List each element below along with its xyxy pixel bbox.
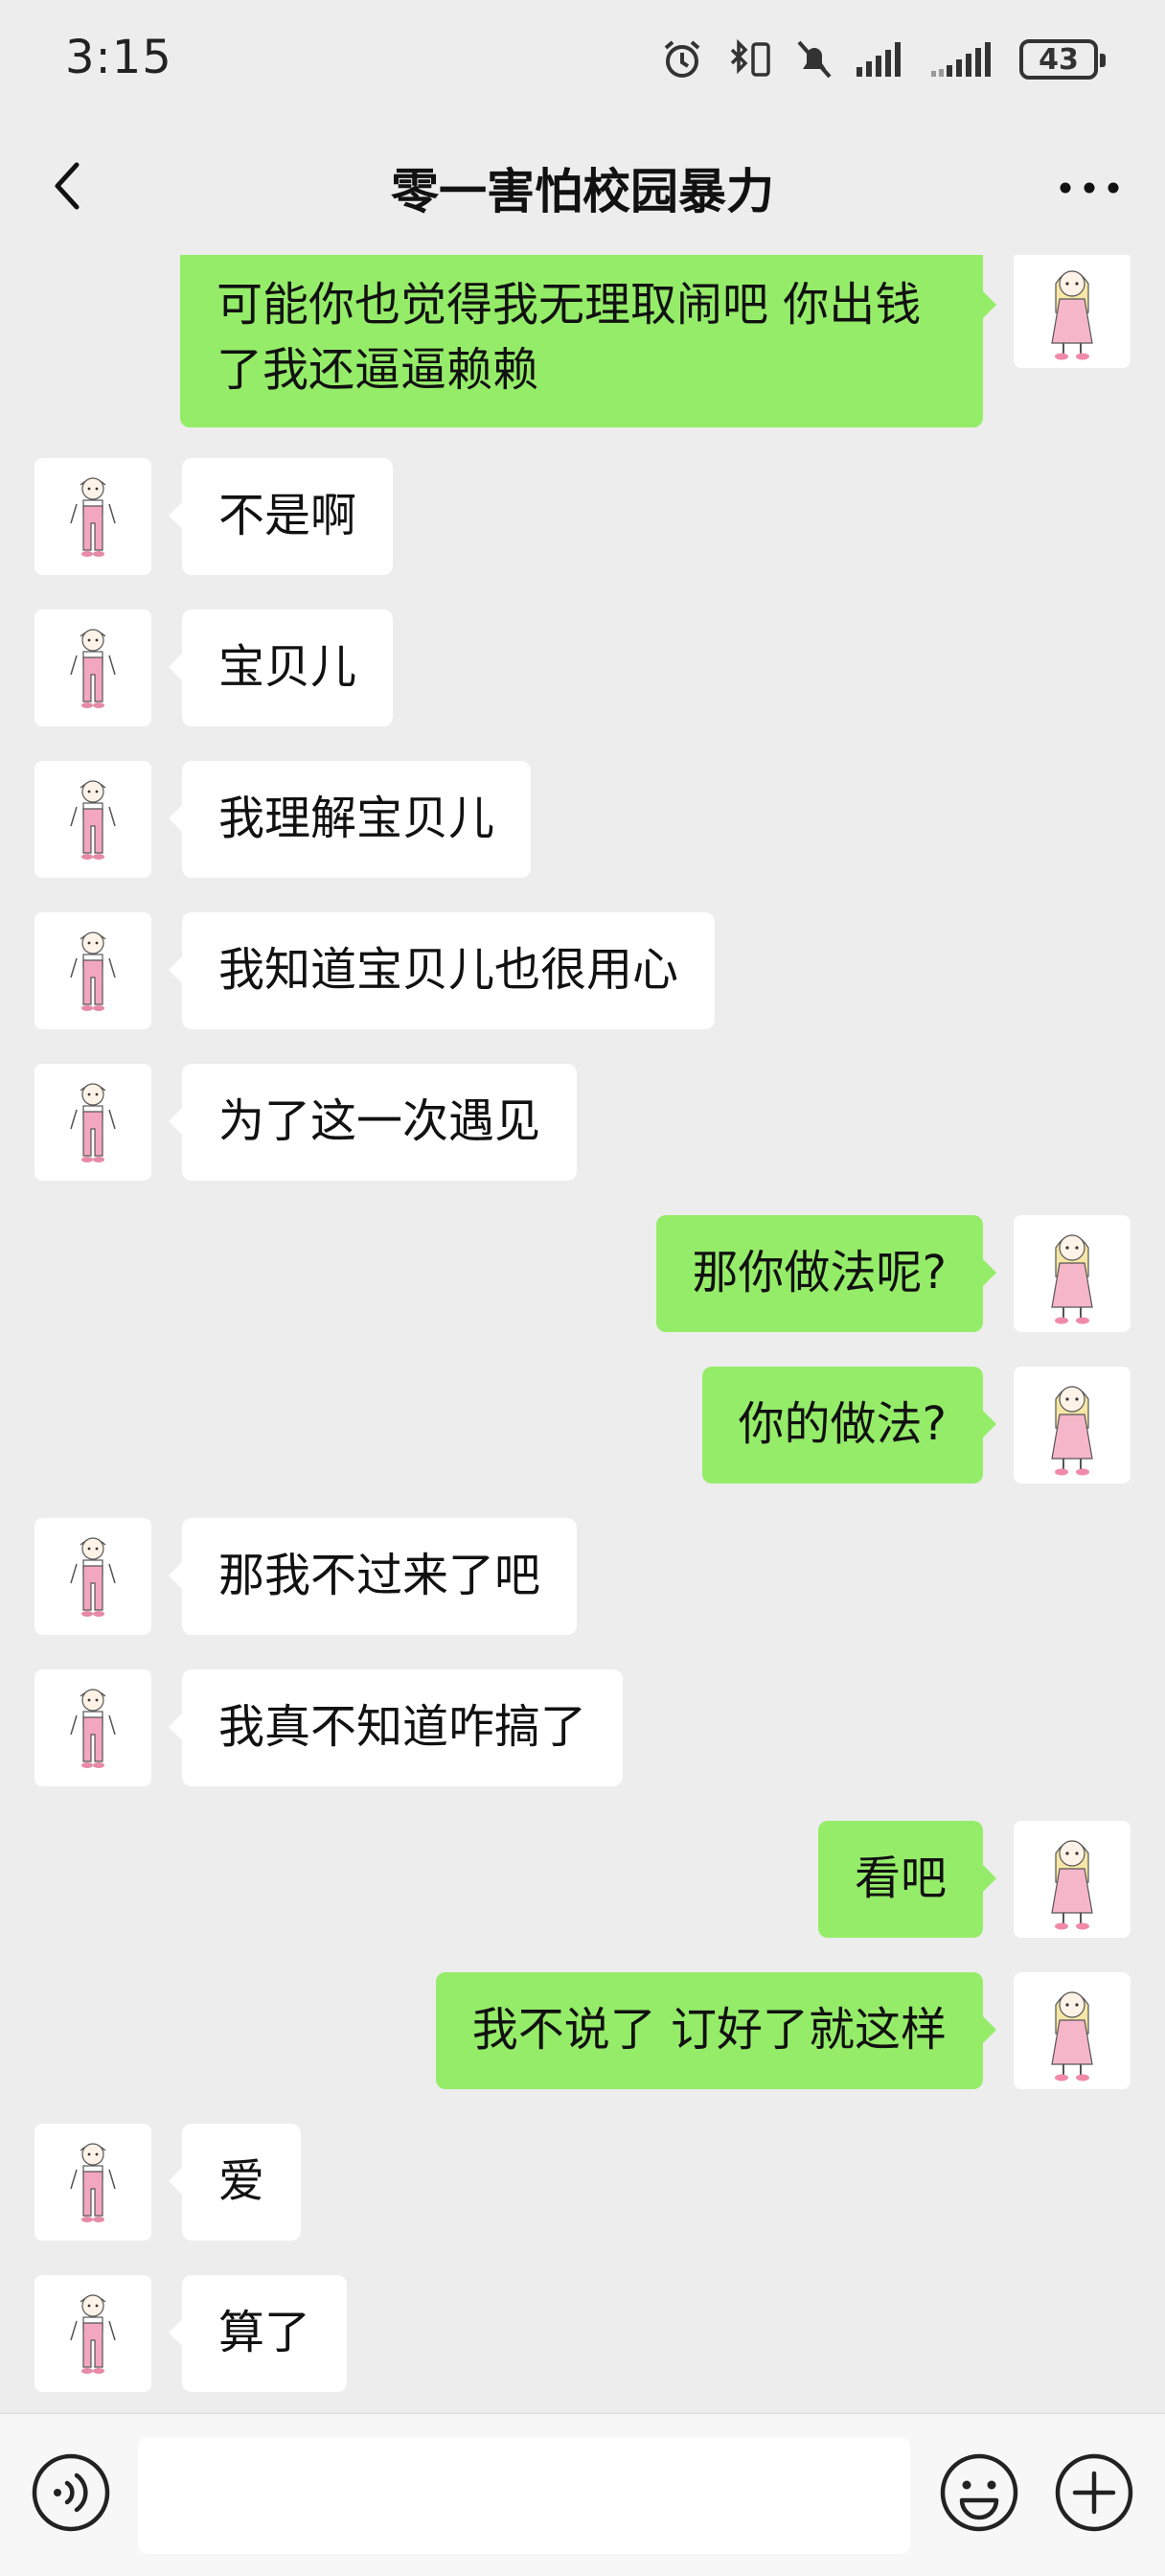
contact-avatar[interactable]	[34, 610, 151, 726]
contact-avatar[interactable]	[34, 2275, 151, 2392]
contact-avatar[interactable]	[34, 1669, 151, 1786]
my-avatar[interactable]	[1014, 1367, 1131, 1484]
received-bubble[interactable]: 为了这一次遇见	[168, 1064, 578, 1181]
sent-bubble[interactable]: 你的做法?	[701, 1367, 997, 1484]
message-list[interactable]: 可能你也觉得我无理取闹吧 你出钱了我还逼逼赖赖 不是啊 宝贝儿 我理解宝贝儿 我…	[0, 255, 1165, 2413]
received-bubble[interactable]: 算了	[168, 2275, 348, 2392]
kid-illustration-icon	[70, 477, 116, 557]
kid-illustration-icon	[70, 932, 116, 1011]
my-avatar[interactable]	[1014, 1972, 1131, 2089]
kid-illustration-icon	[70, 780, 116, 860]
received-bubble[interactable]: 不是啊	[168, 458, 394, 575]
contact-avatar[interactable]	[34, 1518, 151, 1635]
contact-avatar[interactable]	[34, 912, 151, 1029]
girl-illustration-icon	[1051, 1386, 1093, 1476]
more-dots-icon[interactable]	[1056, 169, 1123, 207]
girl-illustration-icon	[1051, 270, 1093, 360]
emoji-icon[interactable]	[937, 2450, 1021, 2535]
kid-illustration-icon	[70, 2143, 116, 2222]
contact-avatar[interactable]	[34, 1064, 151, 1181]
status-time: 3:15	[65, 31, 172, 84]
sent-bubble[interactable]: 那你做法呢?	[655, 1215, 997, 1332]
plus-icon[interactable]	[1052, 2450, 1136, 2535]
received-bubble[interactable]: 我真不知道咋搞了	[168, 1669, 624, 1786]
chat-title: 零一害怕校园暴力	[391, 164, 774, 219]
contact-avatar[interactable]	[34, 458, 151, 575]
sent-bubble[interactable]: 我不说了 订好了就这样	[435, 1972, 997, 2089]
girl-illustration-icon	[1051, 1234, 1093, 1324]
nav-bar: 零一害怕校园暴力	[0, 119, 1165, 255]
girl-illustration-icon	[1051, 1840, 1093, 1930]
my-avatar[interactable]	[1014, 255, 1131, 368]
contact-avatar[interactable]	[34, 2124, 151, 2241]
mute-bell-icon	[797, 40, 832, 79]
received-bubble[interactable]: 我知道宝贝儿也很用心	[168, 912, 716, 1029]
kid-illustration-icon	[70, 629, 116, 708]
status-bar: 3:15 43	[0, 0, 1165, 119]
status-icons: 43	[661, 34, 1106, 84]
kid-illustration-icon	[70, 1689, 116, 1768]
input-bar	[0, 2413, 1165, 2576]
my-avatar[interactable]	[1014, 1215, 1131, 1332]
received-bubble[interactable]: 宝贝儿	[168, 610, 394, 726]
kid-illustration-icon	[70, 1083, 116, 1162]
chat-screen: 3:15 43 零一害怕校园暴力 可能你也觉得我无理取闹吧 你出钱了我还逼逼赖赖…	[0, 0, 1165, 2576]
received-bubble[interactable]: 爱	[168, 2124, 302, 2241]
signal-icon	[857, 42, 901, 77]
kid-illustration-icon	[70, 2294, 116, 2374]
sent-bubble[interactable]: 可能你也觉得我无理取闹吧 你出钱了我还逼逼赖赖	[180, 255, 996, 427]
message-input[interactable]	[138, 2437, 910, 2554]
battery-indicator: 43	[1019, 39, 1106, 80]
contact-avatar[interactable]	[34, 761, 151, 878]
received-bubble[interactable]: 我理解宝贝儿	[168, 761, 532, 878]
sent-bubble[interactable]: 看吧	[817, 1821, 997, 1938]
signal-icon-2	[931, 42, 991, 77]
bluetooth-icon	[730, 38, 770, 77]
my-avatar[interactable]	[1014, 1821, 1131, 1938]
alarm-icon	[664, 40, 700, 78]
kid-illustration-icon	[70, 1537, 116, 1617]
received-bubble[interactable]: 那我不过来了吧	[168, 1518, 578, 1635]
girl-illustration-icon	[1051, 1991, 1093, 2082]
voice-icon[interactable]	[29, 2450, 113, 2535]
